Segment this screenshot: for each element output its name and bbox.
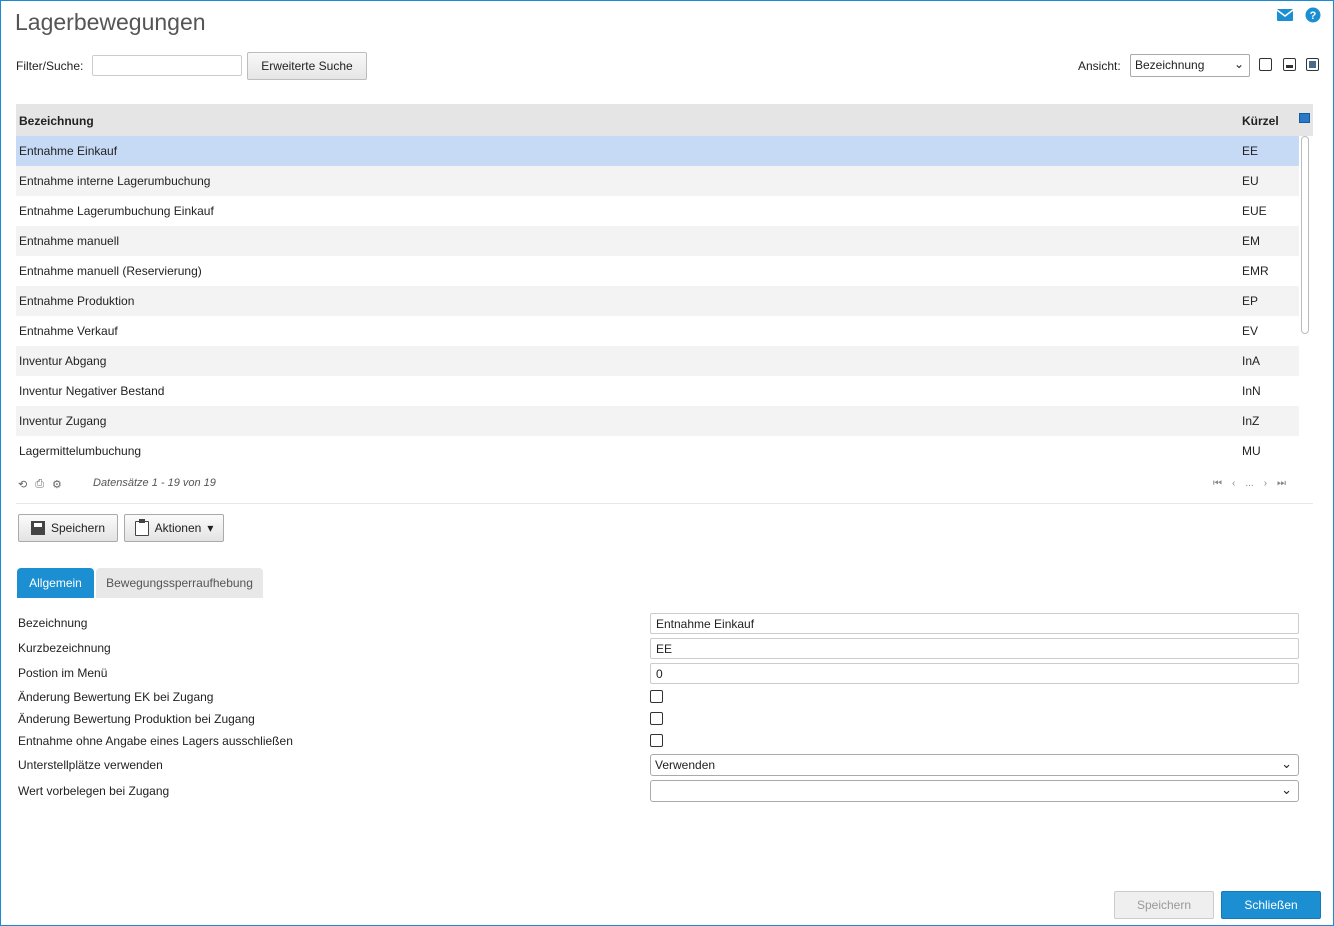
scrollbar-thumb[interactable] bbox=[1301, 136, 1309, 334]
help-icon[interactable]: ? bbox=[1305, 7, 1321, 23]
table-row[interactable]: Inventur Negativer Bestand InN bbox=[16, 376, 1299, 406]
wert-vorbelegen-select[interactable]: ⌄ bbox=[650, 780, 1299, 802]
advanced-search-button[interactable]: Erweiterte Suche bbox=[247, 52, 367, 80]
page-dots: ... bbox=[1245, 478, 1254, 489]
cell-name: Inventur Abgang bbox=[19, 354, 107, 368]
table-row[interactable]: Lagermittelumbuchung MU bbox=[16, 436, 1299, 466]
filter-label: Filter/Suche: bbox=[16, 59, 84, 73]
page-title: Lagerbewegungen bbox=[15, 9, 206, 35]
cell-code: InN bbox=[1242, 384, 1261, 398]
cell-name: Inventur Zugang bbox=[19, 414, 107, 428]
print-icon[interactable]: ⎙ bbox=[35, 478, 44, 491]
cell-name: Entnahme manuell bbox=[19, 234, 120, 248]
cell-name: Lagermittelumbuchung bbox=[19, 444, 142, 458]
layout-single-icon[interactable] bbox=[1259, 58, 1272, 71]
bezeichnung-label: Bezeichnung bbox=[18, 616, 88, 630]
unterstellplaetze-select[interactable]: Verwenden ⌄ bbox=[650, 754, 1299, 776]
produktion-bewertung-checkbox[interactable] bbox=[650, 712, 663, 725]
cell-name: Entnahme Verkauf bbox=[19, 324, 118, 338]
cell-name: Entnahme Lagerumbuchung Einkauf bbox=[19, 204, 214, 218]
layout-split-icon[interactable] bbox=[1283, 58, 1296, 71]
actions-button[interactable]: Aktionen ▾ bbox=[124, 514, 224, 542]
chevron-down-icon: ⌄ bbox=[1281, 782, 1292, 797]
table-row[interactable]: Inventur Zugang InZ bbox=[16, 406, 1299, 436]
cell-name: Entnahme manuell (Reservierung) bbox=[19, 264, 202, 278]
view-label: Ansicht: bbox=[1078, 59, 1121, 73]
cell-name: Inventur Negativer Bestand bbox=[19, 384, 165, 398]
records-count: Datensätze 1 - 19 von 19 bbox=[93, 477, 216, 489]
pager: ⏮ ‹ ... › ⏭ bbox=[1213, 478, 1286, 489]
tab-bewegungssperraufhebung[interactable]: Bewegungssperraufhebung bbox=[96, 568, 263, 598]
cell-code: MU bbox=[1242, 444, 1261, 458]
data-grid: Bezeichnung Kürzel Entnahme Einkauf EE En… bbox=[16, 104, 1313, 472]
svg-text:?: ? bbox=[1310, 10, 1317, 22]
grid-footer: ⟲ ⎙ ⚙ Datensätze 1 - 19 von 19 ⏮ ‹ ... ›… bbox=[16, 472, 1313, 504]
table-row[interactable]: Entnahme manuell (Reservierung) EMR bbox=[16, 256, 1299, 286]
cell-name: Entnahme Einkauf bbox=[19, 144, 118, 158]
cell-name: Entnahme Produktion bbox=[19, 294, 135, 308]
window: Lagerbewegungen ? Filter/Suche: Erweiter… bbox=[0, 0, 1334, 926]
actions-button-label: Aktionen bbox=[154, 521, 202, 535]
save-button[interactable]: Speichern bbox=[18, 514, 118, 542]
view-select[interactable]: Bezeichnung ⌄ bbox=[1130, 54, 1250, 77]
cell-code: EP bbox=[1242, 294, 1259, 308]
caret-down-icon: ▾ bbox=[207, 521, 214, 535]
cell-code: EV bbox=[1242, 324, 1259, 338]
wert-vorbelegen-label: Wert vorbelegen bei Zugang bbox=[18, 784, 170, 798]
table-row[interactable]: Entnahme Produktion EP bbox=[16, 286, 1299, 316]
cell-code: EM bbox=[1242, 234, 1260, 248]
produktion-bewertung-label: Änderung Bewertung Produktion bei Zugang bbox=[18, 712, 255, 726]
grid-header: Bezeichnung Kürzel bbox=[16, 104, 1313, 136]
grid-scrollbar[interactable] bbox=[1300, 136, 1311, 336]
settings-icon[interactable]: ⚙ bbox=[52, 478, 62, 491]
first-page-icon[interactable]: ⏮ bbox=[1213, 478, 1222, 489]
cell-code: EUE bbox=[1242, 204, 1267, 218]
prev-page-icon[interactable]: ‹ bbox=[1232, 478, 1235, 489]
table-row[interactable]: Entnahme interne Lagerumbuchung EU bbox=[16, 166, 1299, 196]
close-button[interactable]: Schließen bbox=[1221, 891, 1321, 919]
refresh-icon[interactable]: ⟲ bbox=[18, 478, 27, 491]
table-row[interactable]: Entnahme manuell EM bbox=[16, 226, 1299, 256]
save-button-label: Speichern bbox=[50, 521, 106, 535]
cell-code: InZ bbox=[1242, 414, 1260, 428]
layout-full-icon[interactable] bbox=[1306, 58, 1319, 71]
view-select-value: Bezeichnung bbox=[1135, 58, 1205, 72]
cell-code: EE bbox=[1242, 144, 1259, 158]
filter-input[interactable] bbox=[92, 55, 242, 76]
column-chooser-icon[interactable] bbox=[1299, 113, 1310, 123]
unterstellplaetze-value: Verwenden bbox=[655, 758, 716, 772]
lager-ausschliessen-checkbox[interactable] bbox=[650, 734, 663, 747]
cell-name: Entnahme interne Lagerumbuchung bbox=[19, 174, 211, 188]
cell-code: EMR bbox=[1242, 264, 1269, 278]
chevron-down-icon: ⌄ bbox=[1233, 57, 1244, 71]
position-field[interactable]: 0 bbox=[650, 663, 1299, 684]
clipboard-icon bbox=[134, 518, 149, 536]
column-header-bezeichnung[interactable]: Bezeichnung bbox=[19, 114, 94, 128]
table-row[interactable]: Entnahme Lagerumbuchung Einkauf EUE bbox=[16, 196, 1299, 226]
floppy-disk-icon bbox=[30, 521, 45, 535]
grid-footer-icons: ⟲ ⎙ ⚙ bbox=[18, 478, 62, 491]
next-page-icon[interactable]: › bbox=[1264, 478, 1267, 489]
kurzbezeichnung-field[interactable]: EE bbox=[650, 638, 1299, 659]
mail-icon[interactable] bbox=[1276, 8, 1294, 22]
chevron-down-icon: ⌄ bbox=[1281, 756, 1292, 771]
lager-ausschliessen-label: Entnahme ohne Angabe eines Lagers aussch… bbox=[18, 734, 293, 748]
unterstellplaetze-label: Unterstellplätze verwenden bbox=[18, 758, 163, 772]
position-label: Postion im Menü bbox=[18, 666, 108, 680]
table-row[interactable]: Inventur Abgang InA bbox=[16, 346, 1299, 376]
bezeichnung-field[interactable]: Entnahme Einkauf bbox=[650, 613, 1299, 634]
grid-rows: Entnahme Einkauf EE Entnahme interne Lage… bbox=[16, 136, 1299, 466]
tab-allgemein[interactable]: Allgemein bbox=[17, 568, 94, 598]
cell-code: InA bbox=[1242, 354, 1261, 368]
table-row[interactable]: Entnahme Einkauf EE bbox=[16, 136, 1299, 166]
column-header-kuerzel[interactable]: Kürzel bbox=[1242, 114, 1279, 128]
table-row[interactable]: Entnahme Verkauf EV bbox=[16, 316, 1299, 346]
cell-code: EU bbox=[1242, 174, 1259, 188]
ek-bewertung-checkbox[interactable] bbox=[650, 690, 663, 703]
ek-bewertung-label: Änderung Bewertung EK bei Zugang bbox=[18, 690, 214, 704]
bottom-save-button[interactable]: Speichern bbox=[1114, 891, 1214, 919]
last-page-icon[interactable]: ⏭ bbox=[1277, 478, 1286, 489]
kurzbezeichnung-label: Kurzbezeichnung bbox=[18, 641, 111, 655]
